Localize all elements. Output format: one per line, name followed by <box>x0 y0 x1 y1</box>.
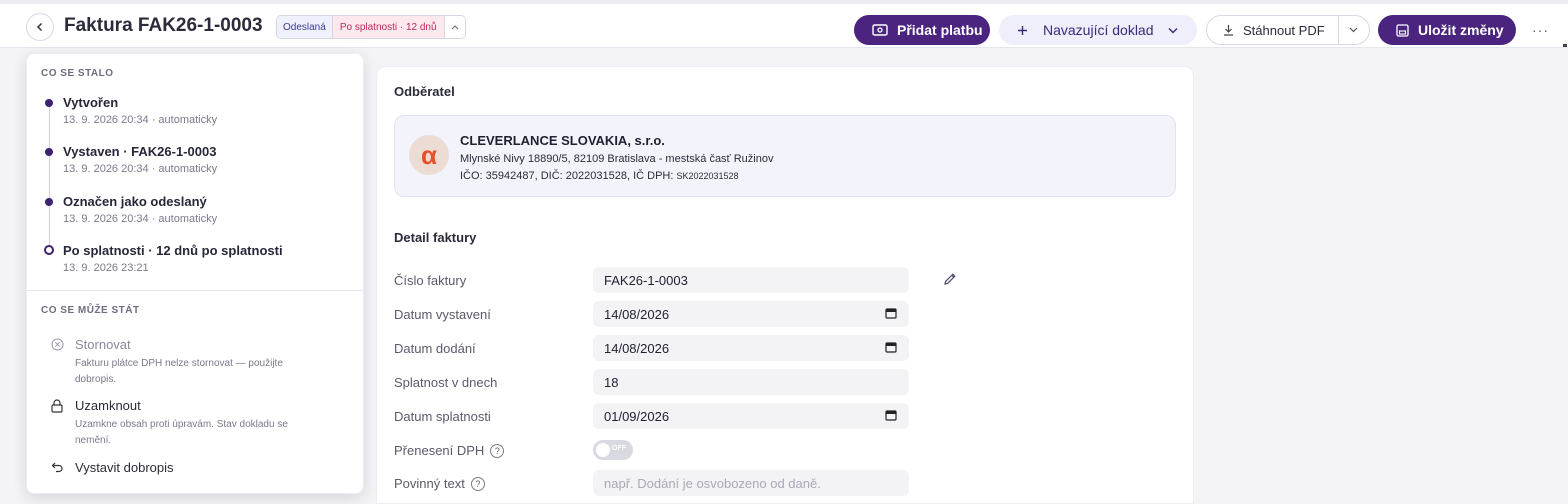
customer-address: Mlynské Nivy 18890/5, 82109 Bratislava -… <box>460 153 774 165</box>
timeline-event-title: Po splatnosti · 12 dnů po splatnosti <box>63 243 283 258</box>
customer-heading: Odběratel <box>394 84 455 99</box>
invoice-number-label: Číslo faktury <box>394 273 467 288</box>
download-icon <box>1223 24 1234 36</box>
reverse-vat-label-text: Přenesení DPH <box>394 443 485 458</box>
scroll-edge-marker <box>1563 44 1567 47</box>
mandatory-text-input[interactable]: např. Dodání je osvobozeno od daně. <box>593 470 909 496</box>
history-panel: CO SE STALO Vytvořen 13. 9. 2026 20:34 ·… <box>26 53 364 494</box>
timeline-dot-icon <box>45 148 53 156</box>
timeline-line <box>49 102 50 250</box>
invoice-detail-heading: Detail faktury <box>394 230 477 245</box>
timeline-event-meta: 13. 9. 2026 20:34 · automaticky <box>63 114 218 126</box>
status-toggle-button[interactable] <box>444 16 465 38</box>
pencil-icon[interactable] <box>943 272 957 291</box>
calendar-icon[interactable] <box>885 307 897 322</box>
add-payment-button[interactable]: Přidat platbu <box>854 15 990 45</box>
action-cancel-title: Stornovat <box>75 337 131 352</box>
chevron-left-icon <box>36 22 43 32</box>
delivery-date-label: Datum dodání <box>394 341 476 356</box>
chevron-down-icon <box>1168 27 1178 34</box>
status-badge-overdue: Po splatnosti · 12 dnů <box>332 16 445 38</box>
customer-ids: IČO: 35942487, DIČ: 2022031528, IČ DPH: … <box>460 170 739 182</box>
button-divider <box>1338 16 1339 44</box>
add-payment-label: Přidat platbu <box>897 22 983 38</box>
more-options-icon[interactable]: ··· <box>1532 22 1549 38</box>
timeline-dot-icon <box>45 198 53 206</box>
due-date-value: 01/09/2026 <box>604 408 670 424</box>
panel-divider <box>27 290 363 291</box>
toggle-state-label: OFF <box>612 445 626 452</box>
toggle-knob <box>596 443 610 457</box>
chevron-up-icon <box>451 25 458 30</box>
back-button[interactable] <box>26 13 54 41</box>
followup-document-button[interactable]: Navazující doklad <box>999 15 1197 45</box>
mandatory-text-placeholder: např. Dodání je osvobozeno od daně. <box>604 475 821 491</box>
action-credit-note-title: Vystavit dobropis <box>75 460 174 475</box>
save-icon <box>1396 23 1409 37</box>
save-changes-button[interactable]: Uložit změny <box>1378 15 1516 45</box>
action-lock-title: Uzamknout <box>75 398 141 413</box>
plus-icon <box>1017 25 1028 36</box>
issue-date-value: 14/08/2026 <box>604 306 670 322</box>
due-days-input[interactable]: 18 <box>593 369 909 395</box>
due-days-value: 18 <box>604 374 619 390</box>
calendar-icon[interactable] <box>885 341 897 356</box>
customer-box[interactable]: α CLEVERLANCE SLOVAKIA, s.r.o. Mlynské N… <box>394 115 1176 197</box>
due-date-label: Datum splatnosti <box>394 409 491 424</box>
cancel-circle-icon <box>51 338 64 354</box>
timeline-event-title: Vytvořen <box>63 95 119 110</box>
customer-id-numbers: IČO: 35942487, DIČ: 2022031528, IČ DPH: <box>460 170 674 182</box>
reverse-vat-toggle[interactable]: OFF <box>593 440 633 460</box>
invoice-number-input[interactable]: FAK26-1-0003 <box>593 267 909 293</box>
timeline-dot-icon <box>45 99 53 107</box>
timeline-event-title: Vystaven · FAK26-1-0003 <box>63 144 217 159</box>
due-date-input[interactable]: 01/09/2026 <box>593 403 909 429</box>
action-lock-desc: Uzamkne obsah proti úpravám. Stav doklad… <box>75 419 288 446</box>
invoice-number-value: FAK26-1-0003 <box>604 272 688 288</box>
issue-date-label: Datum vystavení <box>394 307 491 322</box>
invoice-card: Odběratel α CLEVERLANCE SLOVAKIA, s.r.o.… <box>376 66 1194 504</box>
issue-date-input[interactable]: 14/08/2026 <box>593 301 909 327</box>
reverse-vat-label: Přenesení DPH ? <box>394 443 505 458</box>
delivery-date-value: 14/08/2026 <box>604 340 670 356</box>
mandatory-text-label: Povinný text ? <box>394 476 485 491</box>
history-heading: CO SE STALO <box>41 68 114 79</box>
mandatory-text-label-text: Povinný text <box>394 476 465 491</box>
download-pdf-label: Stáhnout PDF <box>1243 22 1325 38</box>
delivery-date-input[interactable]: 14/08/2026 <box>593 335 909 361</box>
followup-document-label: Navazující doklad <box>1043 22 1154 38</box>
download-pdf-button[interactable]: Stáhnout PDF <box>1206 15 1370 45</box>
undo-arrow-icon <box>51 461 64 476</box>
customer-logo: α <box>409 135 449 175</box>
status-badges: Odeslaná Po splatnosti · 12 dnů <box>276 15 466 39</box>
customer-vat-id: SK2022031528 <box>676 171 739 181</box>
timeline-event-title: Označen jako odeslaný <box>63 194 207 209</box>
action-cancel-desc: Fakturu plátce DPH nelze stornovat — pou… <box>75 358 283 385</box>
due-days-label: Splatnost v dnech <box>394 375 498 390</box>
help-icon[interactable]: ? <box>490 443 505 458</box>
lock-icon <box>51 399 63 416</box>
help-icon[interactable]: ? <box>470 476 485 491</box>
timeline-open-dot-icon <box>44 245 54 255</box>
page-title: Faktura FAK26-1-0003 <box>64 15 263 36</box>
customer-name: CLEVERLANCE SLOVAKIA, s.r.o. <box>460 133 665 148</box>
actions-heading: CO SE MŮŽE STÁT <box>41 305 140 316</box>
status-badge-sent: Odeslaná <box>277 16 333 38</box>
top-bar: Faktura FAK26-1-0003 Odeslaná Po splatno… <box>0 0 1568 48</box>
timeline-event-meta: 13. 9. 2026 20:34 · automaticky <box>63 163 218 175</box>
cash-icon <box>872 24 888 36</box>
timeline-event-meta: 13. 9. 2026 20:34 · automaticky <box>63 213 218 225</box>
timeline-event-meta: 13. 9. 2026 23:21 <box>63 262 149 274</box>
save-changes-label: Uložit změny <box>1418 22 1504 38</box>
pdf-options-chevron-icon[interactable] <box>1349 27 1358 33</box>
calendar-icon[interactable] <box>885 409 897 424</box>
